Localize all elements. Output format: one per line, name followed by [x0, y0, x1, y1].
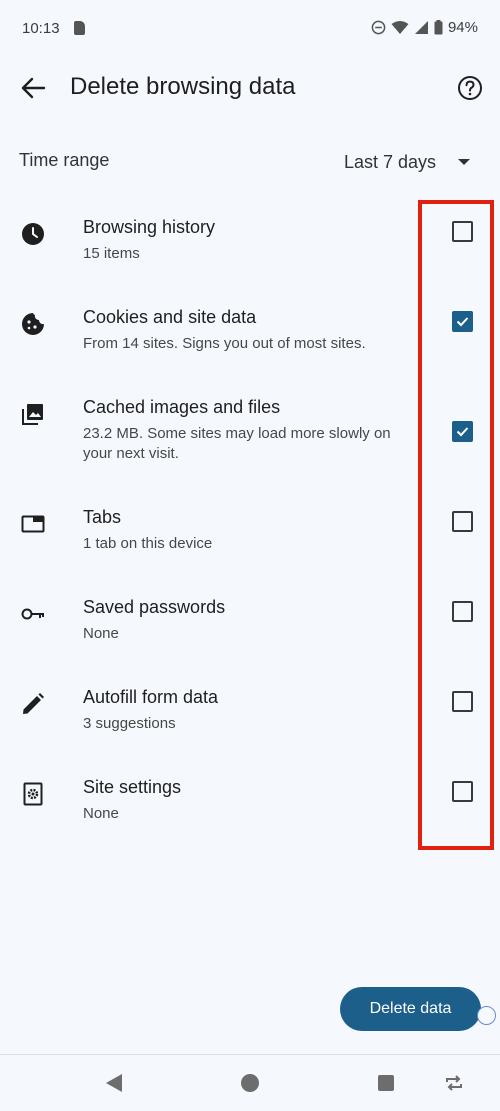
time-range-label: Time range — [19, 150, 110, 170]
app-bar: Delete browsing data — [0, 60, 500, 116]
option-title: Cookies and site data — [83, 307, 257, 327]
dropdown-caret-icon — [458, 159, 470, 165]
option-subtitle: From 14 sites. Signs you out of most sit… — [83, 335, 366, 352]
option-site-settings[interactable]: Site settings None — [0, 777, 500, 857]
page-title: Delete browsing data — [70, 73, 296, 100]
battery-icon — [434, 20, 443, 35]
option-browsing-history[interactable]: Browsing history 15 items — [0, 217, 500, 297]
touch-indicator — [477, 1006, 496, 1025]
back-arrow-icon[interactable] — [18, 74, 48, 102]
option-cookies-site-data[interactable]: Cookies and site data From 14 sites. Sig… — [0, 307, 500, 387]
checkbox-browsing-history[interactable] — [452, 221, 473, 242]
option-subtitle: 15 items — [83, 245, 140, 262]
site-settings-icon — [23, 782, 43, 806]
time-range-dropdown[interactable]: Last 7 days — [344, 146, 470, 178]
option-title: Autofill form data — [83, 687, 219, 707]
do-not-disturb-icon — [371, 20, 386, 35]
wifi-icon — [391, 21, 409, 34]
checkbox-cookies-site-data[interactable] — [452, 311, 473, 332]
sd-card-icon — [74, 21, 85, 35]
option-saved-passwords[interactable]: Saved passwords None — [0, 597, 500, 677]
checkbox-autofill-form-data[interactable] — [452, 691, 473, 712]
battery-percent: 94% — [447, 19, 478, 36]
tab-icon — [21, 515, 45, 533]
key-icon — [21, 608, 44, 620]
option-subtitle: None — [83, 625, 119, 642]
clock-icon — [22, 223, 44, 245]
help-icon[interactable] — [456, 74, 484, 102]
nav-home-icon[interactable] — [241, 1074, 259, 1092]
option-subtitle: 3 suggestions — [83, 715, 176, 732]
checkbox-cached-images-files[interactable] — [452, 421, 473, 442]
option-subtitle: 1 tab on this device — [83, 535, 213, 552]
cookie-icon — [22, 313, 44, 335]
status-time: 10:13 — [22, 20, 60, 37]
option-autofill-form-data[interactable]: Autofill form data 3 suggestions — [0, 687, 500, 767]
rotate-icon[interactable] — [444, 1073, 464, 1093]
option-title: Cached images and files — [83, 397, 281, 417]
time-range-value: Last 7 days — [343, 151, 436, 172]
option-cached-images-files[interactable]: Cached images and files 23.2 MB. Some si… — [0, 397, 500, 477]
system-nav-bar — [0, 1055, 500, 1111]
checkmark-icon — [456, 427, 469, 437]
option-title: Tabs — [83, 507, 122, 527]
checkmark-icon — [456, 317, 469, 327]
option-subtitle: None — [83, 805, 119, 822]
option-title: Browsing history — [83, 217, 216, 237]
nav-recents-icon[interactable] — [378, 1075, 394, 1091]
checkbox-site-settings[interactable] — [452, 781, 473, 802]
nav-back-icon[interactable] — [106, 1074, 122, 1092]
option-title: Saved passwords — [83, 597, 226, 617]
delete-data-button[interactable]: Delete data — [340, 987, 481, 1031]
status-bar: 10:13 94% — [0, 0, 500, 60]
images-icon — [22, 404, 43, 425]
checkbox-tabs[interactable] — [452, 511, 473, 532]
checkbox-saved-passwords[interactable] — [452, 601, 473, 622]
time-range-row: Time range Last 7 days — [0, 136, 500, 188]
status-icons: 94% — [371, 19, 478, 36]
option-tabs[interactable]: Tabs 1 tab on this device — [0, 507, 500, 587]
cellular-signal-icon — [414, 21, 428, 34]
pencil-icon — [23, 693, 44, 714]
option-subtitle: 23.2 MB. Some sites may load more slowly… — [83, 425, 391, 462]
option-title: Site settings — [83, 777, 182, 797]
